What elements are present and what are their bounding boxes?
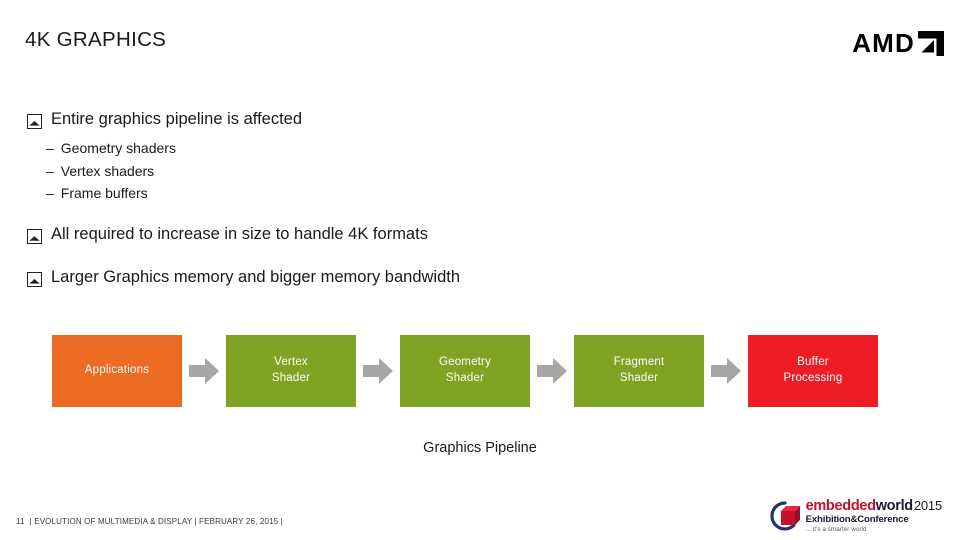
square-caret-bullet-icon [27, 114, 42, 129]
arrow-right-icon [711, 358, 741, 384]
stage-label-line: Buffer [797, 356, 829, 369]
event-subtitle: Exhibition&Conference [805, 513, 909, 525]
pipeline-stage-vertex-shader: Vertex Shader [226, 335, 356, 407]
embedded-world-title: embedded world 2015 [805, 498, 943, 515]
sub-bullet-list: – Geometry shaders – Vertex shaders – Fr… [46, 140, 787, 202]
stage-label-line: Vertex [274, 356, 308, 369]
event-tagline: ... it's a smarter world [805, 525, 867, 533]
event-year: 2015 [913, 498, 942, 514]
stage-label-line: Geometry [438, 356, 492, 369]
sub-bullet-text: Geometry shaders [60, 139, 176, 156]
sub-bullet-item: – Vertex shaders [46, 163, 787, 180]
bullet-item: Entire graphics pipeline is affected [27, 110, 787, 130]
stage-label-line: Shader [445, 372, 485, 384]
footer-label: | EVOLUTION OF MULTIMEDIA & DISPLAY | FE… [29, 517, 283, 526]
embedded-world-cube-icon [769, 501, 800, 532]
bullet-text: Entire graphics pipeline is affected [51, 110, 303, 128]
sub-bullet-item: – Geometry shaders [46, 140, 787, 157]
stage-label-line: Fragment [613, 356, 665, 369]
embedded-world-text: embedded world 2015 Exhibition&Conferenc… [805, 497, 943, 534]
bullet-text: Larger Graphics memory and bigger memory… [51, 267, 461, 286]
diagram-caption: Graphics Pipeline [423, 440, 537, 456]
sub-bullet-item: – Frame buffers [46, 185, 787, 202]
bullet-item: All required to increase in size to hand… [27, 225, 787, 245]
world-word: world [875, 498, 913, 515]
arrow-right-icon [189, 358, 219, 384]
pipeline-arrow [530, 358, 574, 384]
dash-marker: – [46, 185, 54, 202]
pipeline-stage-geometry-shader: Geometry Shader [400, 335, 530, 407]
pipeline-arrow [182, 358, 226, 384]
pipeline-stage-buffer-processing: Buffer Processing [748, 335, 878, 407]
bullet-list: Entire graphics pipeline is affected – G… [27, 110, 787, 288]
stage-label-line: Applications [84, 364, 150, 377]
pipeline-stage-fragment-shader: Fragment Shader [574, 335, 704, 407]
stage-label-line: Processing [783, 372, 843, 384]
pipeline-stage-applications: Applications [52, 335, 182, 407]
embedded-word: embedded [805, 498, 876, 515]
slide-number: 11 [16, 517, 25, 526]
arrow-right-icon [363, 358, 393, 384]
dash-marker: – [46, 162, 54, 179]
page-title: 4K GRAPHICS [25, 28, 167, 51]
bullet-text: All required to increase in size to hand… [51, 225, 428, 244]
embedded-world-logo: embedded world 2015 Exhibition&Conferenc… [768, 497, 942, 534]
bullet-item: Larger Graphics memory and bigger memory… [27, 268, 787, 288]
dash-marker: – [46, 139, 54, 156]
footer-meta: 11 | EVOLUTION OF MULTIMEDIA & DISPLAY | … [16, 517, 283, 526]
pipeline-arrow [356, 358, 400, 384]
square-caret-bullet-icon [27, 229, 42, 245]
sub-bullet-text: Vertex shaders [60, 162, 155, 179]
stage-label-line: Shader [271, 372, 311, 384]
stage-label-line: Shader [619, 372, 659, 384]
sub-bullet-text: Frame buffers [60, 185, 148, 202]
pipeline-arrow [704, 358, 748, 384]
amd-arrow-icon [918, 30, 944, 56]
amd-logo: AMD [852, 30, 944, 56]
amd-wordmark: AMD [852, 28, 915, 58]
slide-root: 4K GRAPHICS AMD Entire graphics pipeline… [0, 0, 960, 540]
square-caret-bullet-icon [27, 271, 42, 287]
arrow-right-icon [537, 358, 567, 384]
graphics-pipeline-diagram: Applications Vertex Shader Geometry Shad… [52, 335, 878, 407]
